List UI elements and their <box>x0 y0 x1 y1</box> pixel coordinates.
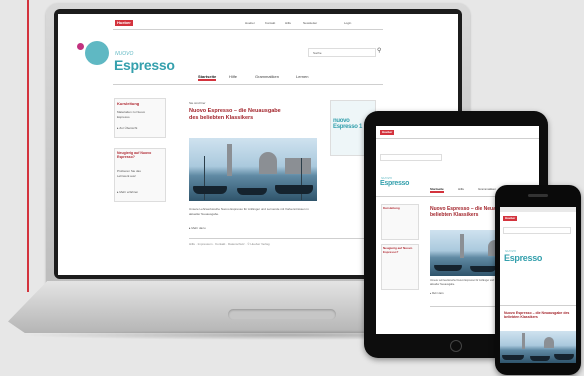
sidebar-box2-line1: Probieren Sie das <box>117 169 141 173</box>
top-link-4[interactable]: Newsletter <box>303 21 317 25</box>
venice-gondola-photo <box>189 138 317 201</box>
tablet-header-divider <box>376 138 539 139</box>
phone-venice-photo <box>500 331 576 363</box>
nav-tab-grammatiken[interactable]: Grammatiken <box>255 74 279 79</box>
top-link-2[interactable]: Kontakt <box>265 21 275 25</box>
sidebar-box2-line2: Lehrwerk aus! <box>117 174 136 178</box>
search-input[interactable] <box>308 48 376 57</box>
sidebar-box1-link[interactable]: ▸ Zur Übersicht <box>117 126 137 130</box>
sidebar-box2-link[interactable]: ▸ Mehr erfahren <box>117 190 138 194</box>
tablet-sidebar-box2-title: Neugierig auf Nuovo Espresso? <box>383 246 413 254</box>
breadcrumb: Sie sind hier <box>189 101 206 105</box>
logo-dot-teal <box>85 41 109 65</box>
article-more-link[interactable]: ▸ Mehr dazu <box>189 226 206 230</box>
search-icon[interactable]: ⚲ <box>377 47 381 54</box>
nav-divider <box>113 84 383 85</box>
phone-article-headline[interactable]: Nuovo Espresso – die Neuausgabe des beli… <box>504 311 572 320</box>
laptop-trackpad <box>228 309 336 320</box>
phone-speaker <box>528 194 548 197</box>
tablet-nav-grammatiken[interactable]: Grammatiken <box>478 187 496 191</box>
phone-divider <box>500 305 576 306</box>
sidebar-box1-line2: Espresso <box>117 115 130 119</box>
top-link-1[interactable]: Hueber <box>245 21 255 25</box>
article-headline[interactable]: Nuovo Espresso – die Neuausgabe des beli… <box>189 108 289 122</box>
phone-search-input[interactable] <box>503 227 571 234</box>
phone-brand-espresso[interactable]: Espresso <box>504 253 542 263</box>
sidebar-box2-title: Neugierig auf Nuovo Espresso? <box>117 151 152 159</box>
tablet-nav-startseite[interactable]: Startseite <box>430 187 444 193</box>
tablet-sidebar-box1-title: Kursleitung <box>383 206 400 210</box>
nav-tab-hilfe[interactable]: Hilfe <box>229 74 237 79</box>
header-divider <box>113 29 383 30</box>
tablet-home-button[interactable] <box>450 340 462 352</box>
tablet-brand-espresso[interactable]: Espresso <box>380 180 409 187</box>
hueber-logo-badge[interactable]: Hueber <box>115 20 133 26</box>
footer-links[interactable]: Hilfe · Impressum · Kontakt · Datenschut… <box>189 242 270 246</box>
red-accent-line <box>27 0 29 292</box>
tablet-hueber-badge[interactable]: Hueber <box>380 130 395 135</box>
footer-divider <box>189 238 379 239</box>
sidebar-box1-line1: Materialien zu Nuovo <box>117 110 146 114</box>
tablet-more-link[interactable]: ▸ Mehr dazu <box>430 292 444 295</box>
top-link-5[interactable]: Login <box>344 21 351 25</box>
phone-screen: Hueber NUOVO Espresso Nuovo Espresso – d… <box>500 207 576 363</box>
tablet-search-input[interactable] <box>380 154 442 161</box>
phone-hueber-badge[interactable]: Hueber <box>503 216 518 221</box>
nav-tab-lernen[interactable]: Lernen <box>296 74 308 79</box>
tablet-nav-hilfe[interactable]: Hilfe <box>458 187 464 191</box>
article-text: Unsere Lehrwerksreihe Nuovo Espresso für… <box>189 207 309 216</box>
top-link-3[interactable]: Hilfe <box>285 21 291 25</box>
phone-device: Hueber NUOVO Espresso Nuovo Espresso – d… <box>495 185 581 375</box>
brand-espresso[interactable]: Espresso <box>114 57 175 73</box>
phone-status-bar <box>500 207 576 212</box>
nav-tab-startseite[interactable]: Startseite <box>198 74 217 81</box>
sidebar-box1-title: Kursleitung <box>117 101 140 106</box>
logo-dot-magenta <box>77 43 84 50</box>
